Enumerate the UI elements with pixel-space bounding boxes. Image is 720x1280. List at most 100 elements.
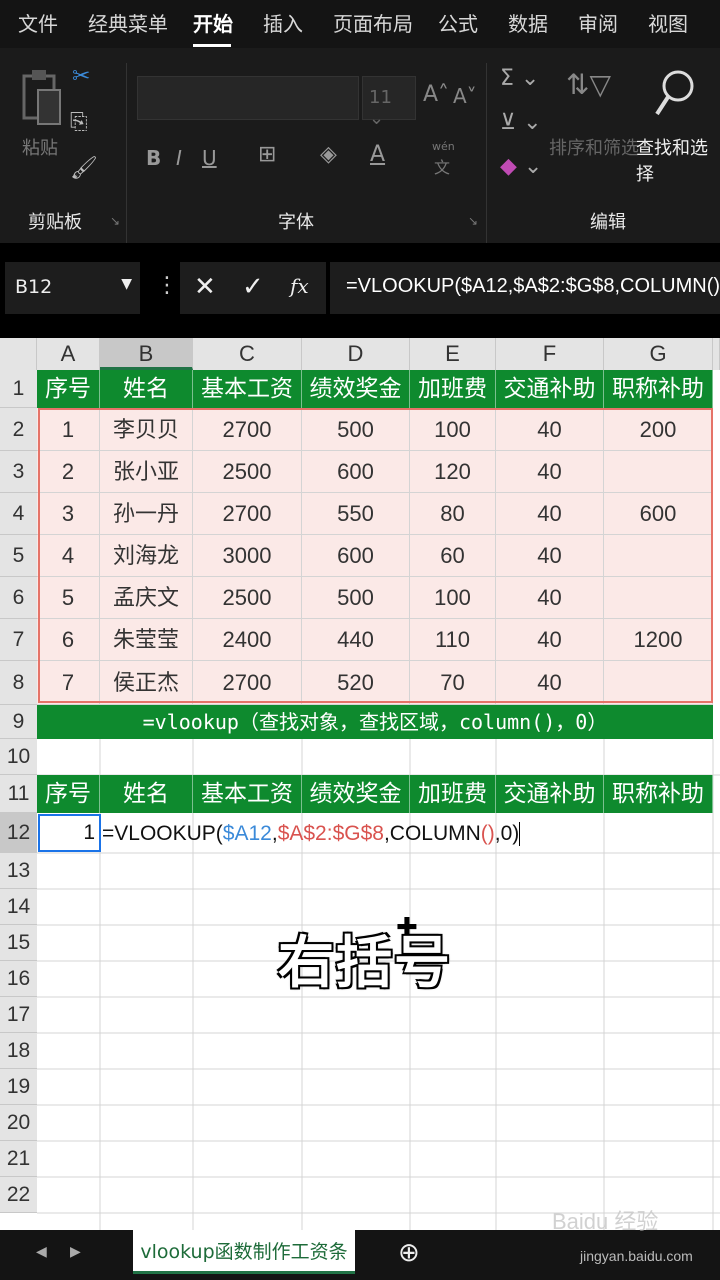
column-header-c[interactable]: C	[193, 338, 302, 370]
cancel-icon[interactable]: ✕	[194, 272, 216, 302]
tab-formulas[interactable]: 公式	[438, 8, 478, 37]
scroll-right-icon[interactable]: ▶	[70, 1244, 81, 1260]
formula-parens: ()	[480, 822, 495, 845]
row-header[interactable]: 15	[0, 925, 37, 961]
row-header[interactable]: 1	[0, 370, 37, 408]
scroll-left-icon[interactable]: ◀	[36, 1244, 47, 1260]
font-launcher-icon[interactable]: ↘	[468, 214, 478, 228]
fill-color-icon[interactable]: ◈	[320, 142, 337, 167]
formula-buttons: ✕ ✓ fx	[180, 262, 326, 314]
name-box[interactable]: B12 ▼	[5, 262, 140, 314]
header-cell[interactable]: 加班费	[410, 370, 496, 408]
formula-part: ,0)	[494, 822, 520, 845]
row-header[interactable]: 2	[0, 408, 37, 451]
row-header[interactable]: 13	[0, 853, 37, 889]
header-cell[interactable]: 基本工资	[193, 370, 302, 408]
row-header[interactable]: 16	[0, 961, 37, 997]
header-cell[interactable]: 职称补助	[604, 370, 713, 408]
copy-icon[interactable]: ⎘	[70, 110, 88, 135]
cell-edit-formula[interactable]: =VLOOKUP($A12,$A$2:$G$8,COLUMN(),0)	[102, 816, 521, 852]
column-header-b[interactable]: B	[100, 338, 193, 370]
clear-icon[interactable]: ◆ ⌄	[500, 154, 542, 179]
column-header-d[interactable]: D	[302, 338, 410, 370]
column-header-g[interactable]: G	[604, 338, 713, 370]
phonetic-char[interactable]: 文	[434, 154, 450, 178]
paste-icon[interactable]	[18, 68, 62, 128]
tab-view[interactable]: 视图	[648, 8, 688, 37]
active-cell-a12[interactable]: 1	[38, 814, 101, 852]
column-header-h[interactable]	[713, 338, 720, 370]
row-header[interactable]: 7	[0, 619, 37, 661]
formula-note-cell[interactable]: =vlookup（查找对象，查找区域，column()，0）	[37, 705, 713, 739]
font-name-select[interactable]	[137, 76, 359, 120]
underline-button[interactable]: U	[202, 146, 217, 170]
header-cell[interactable]: 基本工资	[193, 775, 302, 813]
insert-function-icon[interactable]: fx	[290, 274, 309, 298]
header-cell[interactable]: 绩效奖金	[302, 370, 410, 408]
tab-home[interactable]: 开始	[193, 8, 233, 37]
tab-insert[interactable]: 插入	[263, 8, 303, 37]
header-cell[interactable]: 绩效奖金	[302, 775, 410, 813]
sort-filter-icon[interactable]: ⇅▽	[566, 68, 611, 101]
tab-classic-menu[interactable]: 经典菜单	[88, 8, 168, 37]
increase-font-icon[interactable]: A˄	[423, 82, 449, 107]
row-header[interactable]: 3	[0, 451, 37, 493]
watermark-url: jingyan.baidu.com	[580, 1248, 693, 1264]
spreadsheet-grid: A B C D E F G 1 2 3 4 5 6 7 8 9 10 11 12…	[0, 338, 720, 1230]
row-header[interactable]: 22	[0, 1177, 37, 1213]
column-header-a[interactable]: A	[37, 338, 100, 370]
header-cell[interactable]: 职称补助	[604, 775, 713, 813]
edit-group-label: 编辑	[590, 212, 626, 233]
row-header[interactable]: 6	[0, 577, 37, 619]
cut-icon[interactable]: ✂	[72, 64, 90, 89]
row-header[interactable]: 9	[0, 705, 37, 739]
autosum-icon[interactable]: Σ ⌄	[500, 66, 539, 91]
format-painter-icon[interactable]: 🖌	[70, 156, 98, 181]
tab-page-layout[interactable]: 页面布局	[333, 8, 413, 37]
header-cell[interactable]: 交通补助	[496, 370, 604, 408]
row-header[interactable]: 5	[0, 535, 37, 577]
header-cell[interactable]: 姓名	[100, 775, 193, 813]
enter-icon[interactable]: ✓	[242, 272, 264, 302]
font-size-select[interactable]: 11 ⌄	[362, 76, 416, 129]
find-select-icon[interactable]	[654, 66, 698, 122]
borders-icon[interactable]: ⊞	[258, 142, 276, 167]
decrease-font-icon[interactable]: A˅	[453, 84, 477, 108]
row-header[interactable]: 17	[0, 997, 37, 1033]
row-header[interactable]: 8	[0, 661, 37, 705]
row-header[interactable]: 12	[0, 813, 37, 853]
find-select-label[interactable]: 查找和选择	[636, 134, 720, 186]
select-all-corner[interactable]	[0, 338, 37, 370]
italic-button[interactable]: I	[176, 146, 182, 170]
row-header[interactable]: 11	[0, 775, 37, 813]
row-header[interactable]: 14	[0, 889, 37, 925]
name-box-dropdown-icon[interactable]: ▼	[121, 276, 132, 292]
header-cell[interactable]: 序号	[37, 775, 100, 813]
header-cell[interactable]: 交通补助	[496, 775, 604, 813]
add-sheet-icon[interactable]: ⊕	[398, 1238, 420, 1268]
tab-data[interactable]: 数据	[508, 8, 548, 37]
row-header[interactable]: 10	[0, 739, 37, 775]
row-header[interactable]: 4	[0, 493, 37, 535]
formula-bar: B12 ▼ ⋮ ✕ ✓ fx =VLOOKUP($A12,$A$2:$G$8,C…	[0, 243, 720, 338]
tab-file[interactable]: 文件	[18, 8, 58, 37]
bold-button[interactable]: B	[146, 146, 161, 170]
font-color-icon[interactable]: A	[370, 142, 385, 167]
formula-input[interactable]: =VLOOKUP($A12,$A$2:$G$8,COLUMN(),0)	[330, 262, 720, 314]
column-header-f[interactable]: F	[496, 338, 604, 370]
header-cell[interactable]: 姓名	[100, 370, 193, 408]
row-header[interactable]: 20	[0, 1105, 37, 1141]
row-header[interactable]: 19	[0, 1069, 37, 1105]
header-cell[interactable]: 序号	[37, 370, 100, 408]
header-cell[interactable]: 加班费	[410, 775, 496, 813]
sort-filter-label[interactable]: 排序和筛选	[549, 134, 639, 160]
fill-icon[interactable]: ⊻ ⌄	[500, 110, 542, 135]
column-header-e[interactable]: E	[410, 338, 496, 370]
tab-review[interactable]: 审阅	[578, 8, 618, 37]
more-options-icon[interactable]: ⋮	[156, 273, 178, 298]
row-header[interactable]: 18	[0, 1033, 37, 1069]
row-header[interactable]: 21	[0, 1141, 37, 1177]
sheet-tab-active[interactable]: vlookup函数制作工资条	[133, 1230, 355, 1274]
clipboard-launcher-icon[interactable]: ↘	[110, 214, 120, 228]
formula-part: =VLOOKUP(	[102, 822, 223, 845]
